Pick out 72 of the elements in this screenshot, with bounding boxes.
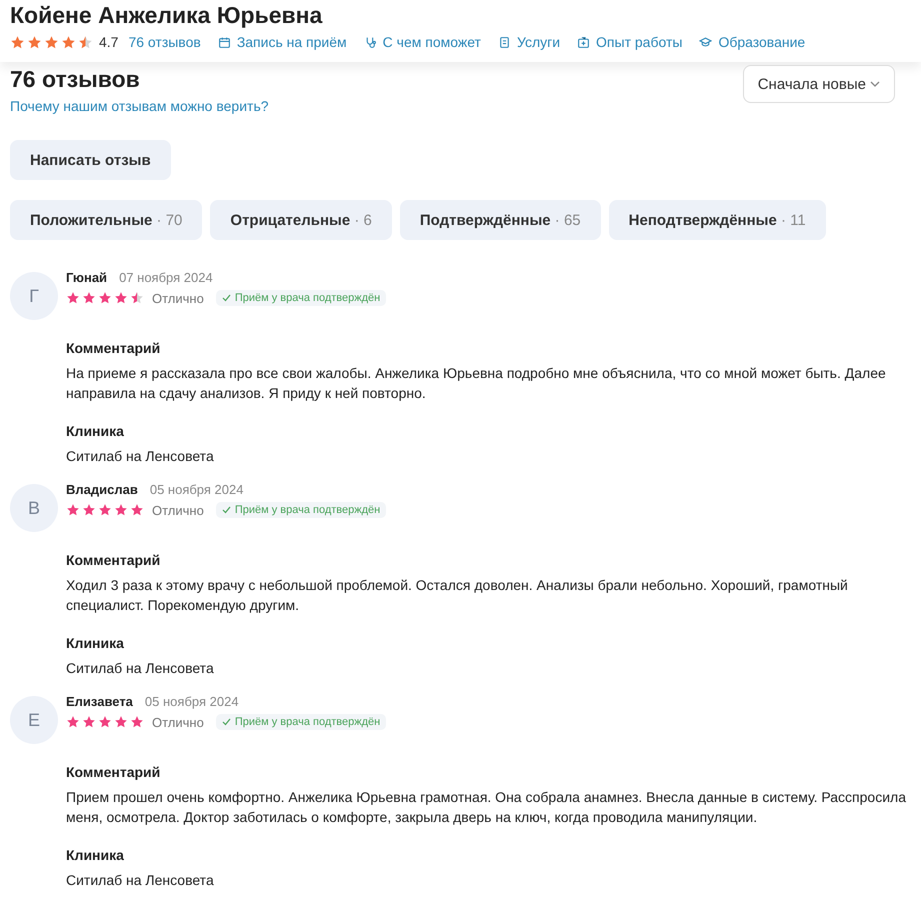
star-icon	[82, 715, 96, 729]
verified-badge: Приём у врача подтверждён	[216, 714, 386, 730]
rating-value: 4.7	[99, 34, 118, 50]
comment-text: Прием прошел очень комфортно. Анжелика Юрьевна грамотная. Она собрала анамнез. Внесла данные в систему. Расспросила меня, осмотрела. Доктор заботилась о комфорте, закрыла дверь на ключ, когда проводила манипуляции.	[66, 788, 907, 827]
verified-badge: Приём у врача подтверждён	[216, 502, 386, 518]
avatar: Г	[10, 272, 58, 320]
star-icon	[98, 291, 112, 305]
author-name: Гюнай	[66, 270, 108, 285]
calendar-icon	[218, 36, 231, 48]
filter-tab[interactable]: Положительные · 70	[10, 200, 202, 240]
clinic-label: Клиника	[66, 422, 125, 441]
comment-label: Комментарий	[66, 763, 162, 782]
nav-link[interactable]: Услуги	[498, 34, 560, 50]
clinic-name: Ситилаб на Ленсовета	[66, 871, 215, 890]
write-review-button[interactable]: Написать отзыв	[10, 140, 171, 180]
avatar: Е	[10, 696, 58, 744]
star-icon	[98, 715, 112, 729]
sort-dropdown[interactable]: Сначала новые	[742, 65, 895, 103]
check-icon	[222, 294, 231, 302]
star-icon	[82, 503, 96, 517]
review-date: 05 ноября 2024	[150, 482, 244, 497]
chevron-down-icon	[870, 80, 880, 88]
nav-link[interactable]: Образование	[699, 34, 806, 50]
clinic-name: Ситилаб на Ленсовета	[66, 447, 215, 466]
check-icon	[222, 718, 231, 726]
reviews-link[interactable]: 76 отзывов	[128, 34, 201, 50]
review-date: 05 ноября 2024	[144, 694, 239, 709]
trust-link[interactable]: Почему нашим отзывам можно верить?	[10, 98, 269, 114]
star-icon	[82, 291, 96, 305]
filter-tab[interactable]: Отрицательные · 6	[210, 200, 392, 240]
clinic-name: Ситилаб на Ленсовета	[66, 659, 215, 678]
star-icon	[114, 503, 128, 517]
star-icon	[27, 34, 42, 50]
review-date: 07 ноября 2024	[119, 270, 213, 285]
stethoscope-icon	[364, 36, 377, 48]
clinic-label: Клиника	[66, 846, 125, 865]
check-icon	[222, 506, 231, 514]
author-name: Елизавета	[66, 694, 133, 709]
avatar: В	[10, 484, 58, 532]
nav-link[interactable]: Опыт работы	[577, 34, 682, 50]
star-icon	[66, 291, 80, 305]
star-icon	[130, 503, 144, 517]
document-icon	[498, 36, 511, 48]
medkit-icon	[577, 36, 590, 48]
verified-badge: Приём у врача подтверждён	[216, 290, 386, 306]
comment-text: На приеме я рассказала про все свои жалобы. Анжелика Юрьевна подробно мне объяснила, что со мной может быть. Далее направила на сдачу анализов. Я приду к ней повторно.	[66, 364, 887, 403]
rating-grade: Отлично	[152, 714, 204, 730]
star-icon	[130, 715, 144, 729]
nav-link[interactable]: Запись на приём	[218, 34, 347, 50]
filter-tab[interactable]: Неподтверждённые · 11	[608, 200, 826, 240]
doctor-name: Койене Анжелика Юрьевна	[10, 1, 324, 30]
star-icon	[66, 503, 80, 517]
star-icon	[61, 34, 76, 50]
clinic-label: Клиника	[66, 634, 125, 653]
filter-tab[interactable]: Подтверждённые · 65	[400, 200, 601, 240]
star-icon	[66, 715, 80, 729]
star-icon	[78, 34, 93, 50]
comment-label: Комментарий	[66, 551, 162, 570]
star-icon	[114, 291, 128, 305]
star-icon	[44, 34, 59, 50]
star-icon	[98, 503, 112, 517]
author-name: Владислав	[66, 482, 138, 497]
reviews-title: 76 отзывов	[10, 65, 141, 94]
comment-label: Комментарий	[66, 339, 162, 358]
star-icon	[10, 34, 25, 50]
star-icon	[114, 715, 128, 729]
star-icon	[130, 291, 144, 305]
graduation-cap-icon	[699, 36, 712, 48]
rating-grade: Отлично	[152, 502, 204, 518]
comment-text: Ходил 3 раза к этому врачу с небольшой проблемой. Остался доволен. Анализы брали небольно. Хороший, грамотный специалист. Порекомендую другим.	[66, 576, 849, 615]
rating-grade: Отлично	[152, 290, 204, 306]
nav-link[interactable]: С чем поможет	[364, 34, 481, 50]
